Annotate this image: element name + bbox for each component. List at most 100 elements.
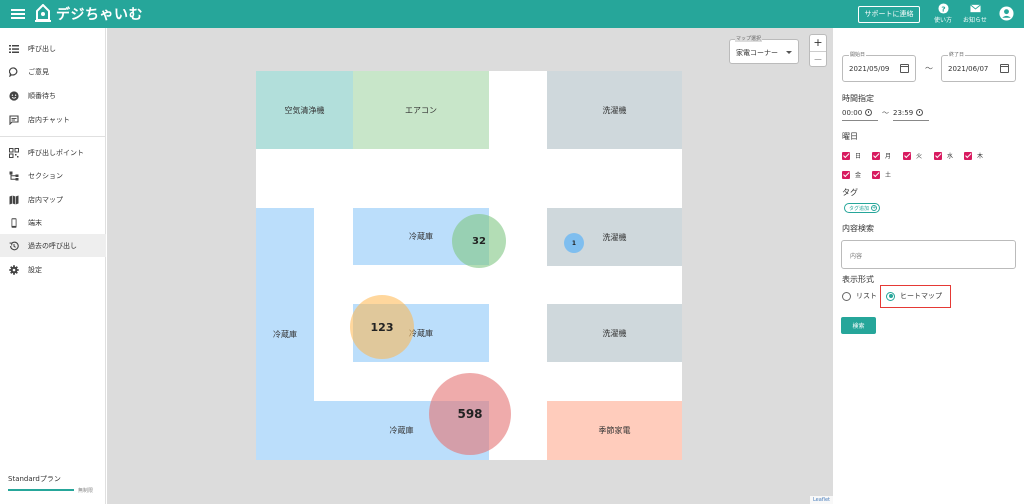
account-icon[interactable] xyxy=(999,6,1014,21)
weekday-checkbox-mon[interactable]: 月 xyxy=(872,151,891,160)
sidebar-item-calls[interactable]: 呼び出し xyxy=(0,37,106,60)
start-date-value: 2021/05/09 xyxy=(849,65,890,73)
zone-label: 冷蔵庫 xyxy=(273,329,297,339)
zone-washing-machine-1[interactable]: 洗濯機 xyxy=(547,71,682,149)
map-select[interactable]: マップ選択 家電コーナー xyxy=(729,35,799,64)
format-list-label: リスト xyxy=(856,292,877,300)
date-range-separator: 〜 xyxy=(925,64,933,73)
support-contact-button[interactable]: サポートに連絡 xyxy=(858,6,920,23)
zone-label: 洗濯機 xyxy=(602,232,627,242)
map-select-label: マップ選択 xyxy=(735,35,763,42)
sidebar-item-label: 端末 xyxy=(28,218,42,227)
face-icon xyxy=(9,90,19,101)
map-select-value: 家電コーナー xyxy=(736,49,778,57)
map-icon xyxy=(9,195,19,205)
mail-icon xyxy=(969,4,981,13)
map-attribution[interactable]: Leaflet xyxy=(809,496,833,504)
format-radio-list[interactable]: リスト xyxy=(842,291,877,301)
sidebar-item-queue[interactable]: 順番待ち xyxy=(0,84,106,107)
heat-marker[interactable]: 32 xyxy=(452,214,506,268)
weekday-label: 金 xyxy=(855,172,862,179)
help-button[interactable]: ? 使い方 xyxy=(928,3,958,27)
menu-icon[interactable] xyxy=(11,7,25,21)
content-search-input[interactable]: 内容 xyxy=(841,240,1016,269)
zone-air-purifier[interactable]: 空気清浄機 xyxy=(256,71,353,149)
add-circle-icon: + xyxy=(871,205,878,211)
sidebar-item-label: 呼び出しポイント xyxy=(28,148,84,157)
sidebar-item-label: 店内チャット xyxy=(28,115,70,124)
sidebar-item-sections[interactable]: セクション xyxy=(0,164,106,187)
smartphone-icon xyxy=(9,217,19,228)
sidebar-item-store-map[interactable]: 店内マップ xyxy=(0,188,106,211)
heat-marker[interactable]: 123 xyxy=(350,295,414,359)
sidebar-item-label: 呼び出し xyxy=(28,44,56,53)
add-tag-label: タグ追加 xyxy=(849,205,870,212)
heat-marker[interactable]: 598 xyxy=(429,373,511,455)
calendar-icon[interactable] xyxy=(900,64,909,73)
weekday-label: 水 xyxy=(947,153,954,160)
store-map[interactable]: 空気清浄機 エアコン 洗濯機 冷蔵庫 洗濯機 冷蔵庫 冷蔵庫 洗濯機 冷蔵庫 季… xyxy=(107,28,833,504)
plan-usage-bar xyxy=(8,489,74,491)
zone-washing-machine-3[interactable]: 洗濯機 xyxy=(547,304,682,362)
add-tag-chip[interactable]: タグ追加 + xyxy=(844,203,881,213)
svg-text:?: ? xyxy=(941,4,945,13)
app-logo[interactable]: デジちゃいむ xyxy=(34,3,143,25)
zone-label: エアコン xyxy=(405,105,437,115)
checkbox-checked-icon xyxy=(934,151,942,160)
sidebar-item-feedback[interactable]: ご意見 xyxy=(0,60,106,83)
weekday-checkbox-sun[interactable]: 日 xyxy=(842,151,861,160)
chat-bubble-icon xyxy=(9,66,19,77)
start-time-field[interactable]: 00:00 xyxy=(842,105,878,121)
weekday-checkbox-wed[interactable]: 水 xyxy=(934,151,953,160)
gear-icon xyxy=(9,264,19,275)
weekday-checkbox-fri[interactable]: 金 xyxy=(842,170,861,179)
calendar-icon[interactable] xyxy=(1000,64,1009,73)
start-date-field[interactable]: 開始日 2021/05/09 xyxy=(842,51,916,82)
content-search-title: 内容検索 xyxy=(842,224,874,233)
weekday-checkbox-thu[interactable]: 木 xyxy=(964,151,983,160)
heat-marker[interactable]: 1 xyxy=(564,233,584,253)
list-icon xyxy=(9,44,19,54)
clock-icon xyxy=(865,109,873,116)
sidebar-item-call-points[interactable]: 呼び出しポイント xyxy=(0,141,106,164)
zoom-control: + − xyxy=(809,34,827,67)
time-section-title: 時間指定 xyxy=(842,94,874,103)
heat-count: 598 xyxy=(457,407,483,421)
sidebar-item-call-history[interactable]: 過去の呼び出し xyxy=(0,234,106,257)
zoom-in-button[interactable]: + xyxy=(810,35,826,51)
zoom-out-button[interactable]: − xyxy=(810,51,826,67)
help-label: 使い方 xyxy=(933,17,952,24)
end-date-field[interactable]: 終了日 2021/06/07 xyxy=(941,51,1016,82)
end-time-field[interactable]: 23:59 xyxy=(893,105,929,121)
heat-count: 1 xyxy=(571,239,577,247)
plan-name: Standardプラン xyxy=(8,475,61,483)
weekday-label: 火 xyxy=(916,153,923,160)
zone-refrigerator-left[interactable]: 冷蔵庫 xyxy=(256,208,314,460)
sidebar-item-label: 過去の呼び出し xyxy=(28,241,77,250)
zone-seasonal-appliances[interactable]: 季節家電 xyxy=(547,401,682,460)
zone-air-conditioner[interactable]: エアコン xyxy=(353,71,489,149)
sidebar-item-label: 店内マップ xyxy=(28,195,63,204)
tag-section-title: タグ xyxy=(842,188,858,197)
top-app-bar: デジちゃいむ サポートに連絡 ? 使い方 お知らせ xyxy=(0,0,1024,28)
sidebar-item-label: セクション xyxy=(28,171,63,180)
sidebar-item-store-chat[interactable]: 店内チャット xyxy=(0,108,106,131)
dropdown-arrow-icon xyxy=(786,51,792,54)
plan-limit: 無制限 xyxy=(78,488,94,494)
weekday-checkbox-tue[interactable]: 火 xyxy=(903,151,922,160)
history-icon xyxy=(9,241,19,251)
notifications-button[interactable]: お知らせ xyxy=(960,3,990,27)
weekday-label: 日 xyxy=(855,153,862,160)
sidebar-item-devices[interactable]: 端末 xyxy=(0,211,106,234)
checkbox-checked-icon xyxy=(872,151,880,160)
heat-count: 32 xyxy=(472,235,486,247)
sidebar-item-settings[interactable]: 設定 xyxy=(0,258,106,281)
search-button[interactable]: 検索 xyxy=(841,317,876,334)
checkbox-checked-icon xyxy=(842,151,850,160)
end-time-value: 23:59 xyxy=(893,108,914,117)
side-navigation: 呼び出し ご意見 順番待ち 店内チャット 呼び出しポイント セクション 店内マッ… xyxy=(0,28,106,504)
weekday-label: 土 xyxy=(885,172,892,179)
logo-chime-icon xyxy=(35,4,51,22)
sidebar-divider xyxy=(0,136,106,137)
weekday-checkbox-sat[interactable]: 土 xyxy=(872,170,891,179)
